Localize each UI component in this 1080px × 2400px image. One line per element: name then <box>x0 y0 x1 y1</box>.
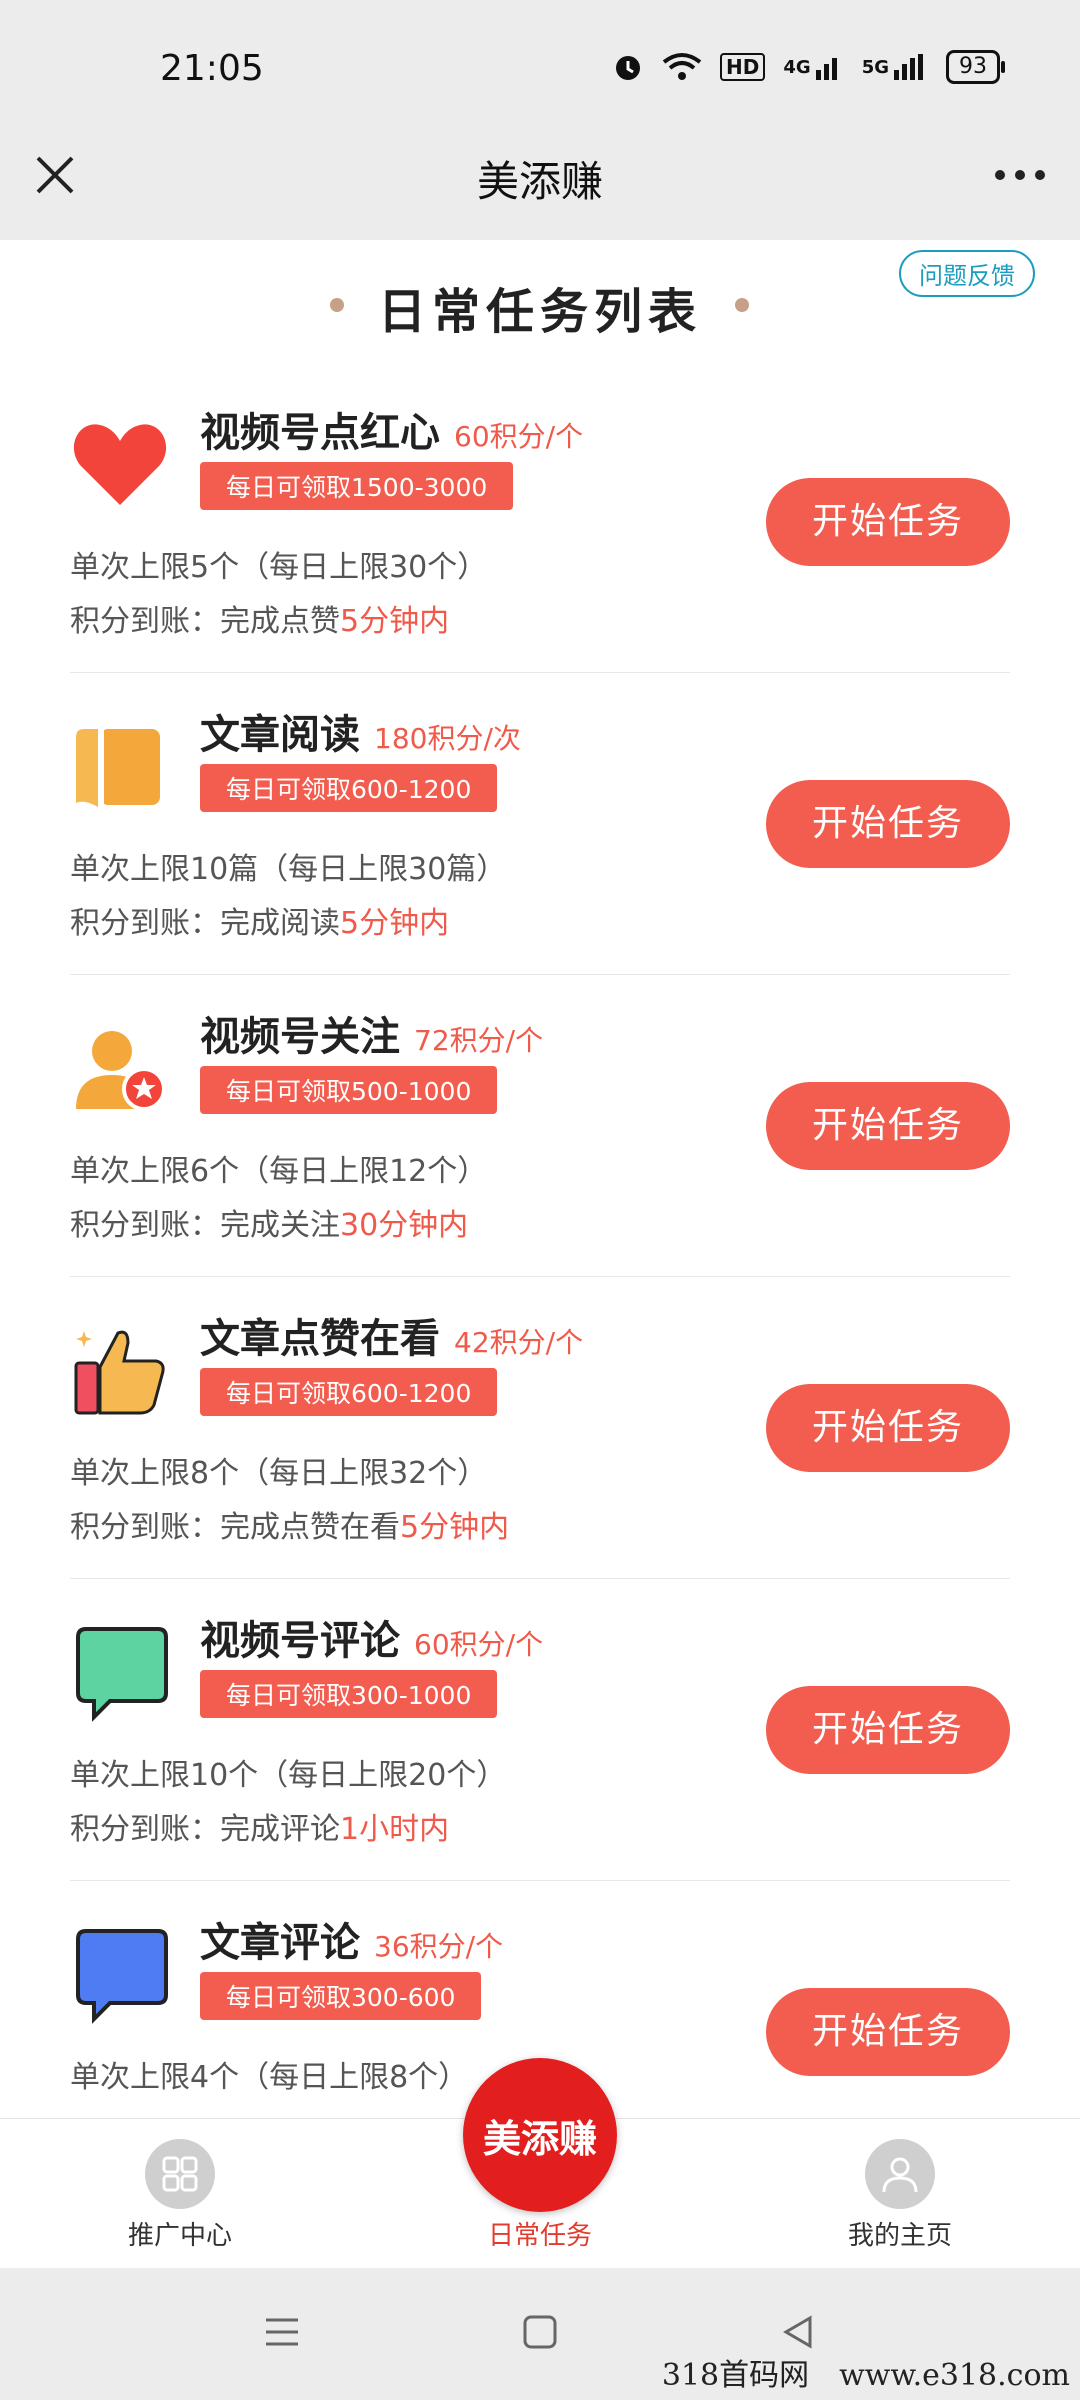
arrive-prefix: 积分到账：完成评论 <box>70 1812 340 1847</box>
alarm-icon <box>612 51 644 83</box>
tab-promo-center[interactable]: 推广中心 <box>80 2139 280 2252</box>
task-points: 36积分/个 <box>374 1930 504 1963</box>
task-item: 文章阅读 180积分/次 每日可领取600-1200 单次上限10篇（每日上限30… <box>70 672 1010 975</box>
task-item: 视频号点红心 60积分/个 每日可领取1500-3000 单次上限5个（每日上限3… <box>70 370 1010 673</box>
arrive-prefix: 积分到账：完成关注 <box>70 1208 340 1243</box>
heart-icon <box>70 415 170 515</box>
tab-label: 推广中心 <box>127 2221 232 2251</box>
app-logo-button[interactable]: 美添赚 <box>463 2058 617 2212</box>
daily-limit-badge: 每日可领取500-1000 <box>200 1066 498 1114</box>
title-dot-right <box>735 298 749 312</box>
daily-limit-badge: 每日可领取1500-3000 <box>200 462 514 510</box>
task-list-title: 日常任务列表 <box>377 284 702 340</box>
network-5g-label: 5G <box>861 56 889 78</box>
task-points: 72积分/个 <box>414 1024 544 1057</box>
task-name-text: 视频号关注 <box>200 1014 400 1060</box>
status-bar: 21:05 HD 4G 5G 93 <box>0 0 1080 140</box>
battery-indicator: 93 <box>946 50 1005 84</box>
task-name: 视频号点红心 60积分/个 <box>200 400 583 458</box>
user-star-icon <box>70 1019 170 1119</box>
task-arrive: 积分到账：完成阅读5分钟内 <box>70 898 449 942</box>
task-name-text: 文章阅读 <box>200 712 360 758</box>
daily-limit-badge: 每日可领取600-1200 <box>200 1368 498 1416</box>
hd-icon: HD <box>720 53 766 81</box>
square-icon <box>523 2315 557 2349</box>
signal-5g-icon: 5G <box>862 52 928 82</box>
tab-my-home[interactable]: 我的主页 <box>800 2139 1000 2252</box>
daily-limit-badge: 每日可领取300-1000 <box>200 1670 498 1718</box>
task-limit: 单次上限10篇（每日上限30篇） <box>70 852 507 887</box>
task-points: 60积分/个 <box>454 420 584 453</box>
arrive-time: 5分钟内 <box>340 604 450 639</box>
task-limit: 单次上限8个（每日上限32个） <box>70 1456 488 1491</box>
task-limit: 单次上限6个（每日上限12个） <box>70 1154 488 1189</box>
task-limit: 单次上限4个（每日上限8个） <box>70 2060 469 2095</box>
nav-bar: 美添赚 <box>0 120 1080 240</box>
arrive-time: 30分钟内 <box>340 1208 469 1243</box>
task-arrive: 积分到账：完成点赞5分钟内 <box>70 596 449 640</box>
task-arrive: 积分到账：完成评论1小时内 <box>70 1804 449 1848</box>
start-task-button[interactable]: 开始任务 <box>766 1082 1010 1170</box>
arrive-prefix: 积分到账：完成点赞 <box>70 604 340 639</box>
start-task-button[interactable]: 开始任务 <box>766 1686 1010 1774</box>
grid-icon <box>145 2139 215 2209</box>
task-name: 文章阅读 180积分/次 <box>200 702 521 760</box>
network-4g-label: 4G <box>783 56 811 78</box>
daily-limit-badge: 每日可领取300-600 <box>200 1972 482 2020</box>
blue-comment-icon <box>70 1925 170 2025</box>
arrive-time: 5分钟内 <box>340 906 450 941</box>
task-limit: 单次上限10个（每日上限20个） <box>70 1758 507 1793</box>
book-icon <box>70 717 170 817</box>
daily-limit-badge: 每日可领取600-1200 <box>200 764 498 812</box>
start-task-button[interactable]: 开始任务 <box>766 1988 1010 2076</box>
task-name: 文章评论 36积分/个 <box>200 1910 503 1968</box>
task-name: 视频号关注 72积分/个 <box>200 1004 543 1062</box>
task-name: 文章点赞在看 42积分/个 <box>200 1306 583 1364</box>
task-points: 60积分/个 <box>414 1628 544 1661</box>
home-nav-button[interactable] <box>520 2312 560 2356</box>
wifi-icon <box>662 52 702 82</box>
menu-nav-button[interactable] <box>262 2312 302 2356</box>
start-task-button[interactable]: 开始任务 <box>766 478 1010 566</box>
task-points: 42积分/个 <box>454 1326 584 1359</box>
task-points: 180积分/次 <box>374 722 521 755</box>
watermark: 318首码网 www.e318.com <box>661 2358 1070 2393</box>
task-name-text: 文章点赞在看 <box>200 1316 440 1362</box>
task-name-text: 视频号点红心 <box>200 410 440 456</box>
system-nav-bar: 318首码网 www.e318.com <box>0 2268 1080 2400</box>
task-arrive: 积分到账：完成关注30分钟内 <box>70 1200 468 1244</box>
arrive-time: 1小时内 <box>340 1812 450 1847</box>
task-arrive: 积分到账：完成点赞在看5分钟内 <box>70 1502 509 1546</box>
task-limit: 单次上限5个（每日上限30个） <box>70 550 488 585</box>
signal-4g-icon: 4G <box>783 52 843 82</box>
task-name-text: 文章评论 <box>200 1920 360 1966</box>
status-icons: HD 4G 5G 93 <box>612 50 1005 84</box>
task-item: 文章点赞在看 42积分/个 每日可领取600-1200 单次上限8个（每日上限32… <box>70 1276 1010 1579</box>
menu-icon <box>266 2318 298 2346</box>
arrive-prefix: 积分到账：完成阅读 <box>70 906 340 941</box>
more-icon <box>995 170 1045 180</box>
page-title: 美添赚 <box>476 157 603 206</box>
thumbs-up-icon <box>70 1321 170 1421</box>
task-name-text: 视频号评论 <box>200 1618 400 1664</box>
arrive-prefix: 积分到账：完成点赞在看 <box>70 1510 400 1545</box>
start-task-button[interactable]: 开始任务 <box>766 780 1010 868</box>
status-time: 21:05 <box>160 48 264 89</box>
arrive-time: 5分钟内 <box>400 1510 510 1545</box>
triangle-back-icon <box>783 2315 812 2349</box>
tab-label: 日常任务 <box>487 2221 592 2251</box>
tab-label: 我的主页 <box>847 2221 952 2251</box>
task-item: 视频号评论 60积分/个 每日可领取300-1000 单次上限10个（每日上限20… <box>70 1578 1010 1881</box>
green-comment-icon <box>70 1623 170 1723</box>
task-item: 视频号关注 72积分/个 每日可领取500-1000 单次上限6个（每日上限12个… <box>70 974 1010 1277</box>
task-name: 视频号评论 60积分/个 <box>200 1608 543 1666</box>
more-button[interactable] <box>990 150 1050 200</box>
user-icon <box>865 2139 935 2209</box>
start-task-button[interactable]: 开始任务 <box>766 1384 1010 1472</box>
